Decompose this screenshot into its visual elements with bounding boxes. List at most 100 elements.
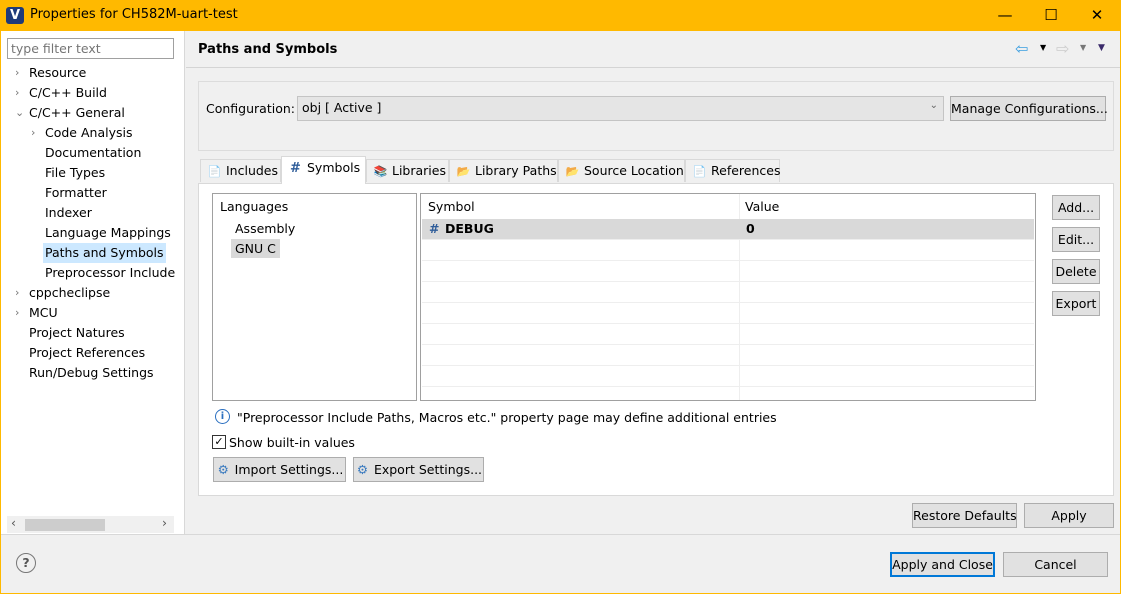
export-button[interactable]: Export: [1052, 291, 1100, 316]
maximize-button[interactable]: ☐: [1028, 0, 1074, 31]
forward-menu-icon[interactable]: ▼: [1080, 43, 1086, 52]
empty-row: [422, 261, 1034, 282]
tree-item[interactable]: Project References: [27, 343, 147, 363]
view-menu-icon[interactable]: ▼: [1098, 43, 1105, 53]
tree-item-label: Preprocessor Include: [45, 265, 176, 280]
tree-item[interactable]: C/C++ Build: [27, 83, 109, 103]
export-settings-button[interactable]: ⚙ Export Settings...: [353, 457, 484, 482]
chevron-down-icon[interactable]: ⌄: [15, 103, 25, 123]
tree-item[interactable]: File Types: [43, 163, 107, 183]
tree-item[interactable]: Indexer: [43, 203, 94, 223]
languages-header: Languages: [220, 199, 289, 214]
show-builtin-label[interactable]: Show built-in values: [229, 435, 355, 450]
tree-item-label: File Types: [45, 165, 106, 180]
restore-defaults-button[interactable]: Restore Defaults: [912, 503, 1017, 528]
help-icon[interactable]: ?: [16, 553, 36, 573]
empty-row: [422, 345, 1034, 366]
symbol-name: DEBUG: [445, 221, 494, 236]
tab-label: Symbols: [307, 160, 361, 175]
empty-row: [422, 303, 1034, 324]
app-logo-icon: V: [6, 7, 24, 24]
window-title: Properties for CH582M-uart-test: [30, 7, 238, 22]
info-message: "Preprocessor Include Paths, Macros etc.…: [237, 410, 777, 425]
back-menu-icon[interactable]: ▼: [1040, 43, 1046, 52]
chevron-right-icon[interactable]: ›: [31, 123, 41, 143]
includes-icon: 📄: [207, 165, 222, 178]
symbols-table: Symbol Value # DEBUG 0: [420, 193, 1036, 401]
library-paths-icon: 📂: [456, 165, 471, 178]
tree-item-label: Language Mappings: [45, 225, 171, 240]
chevron-right-icon[interactable]: ›: [15, 63, 25, 83]
column-header-value[interactable]: Value: [745, 199, 779, 214]
tab-library-paths[interactable]: 📂 Library Paths: [449, 159, 558, 182]
add-button[interactable]: Add...: [1052, 195, 1100, 220]
import-label: Import Settings...: [234, 462, 344, 477]
tree-item-label: MCU: [29, 305, 58, 320]
libraries-icon: 📚: [373, 165, 388, 178]
export-label: Export Settings...: [373, 462, 483, 477]
tree-item[interactable]: Run/Debug Settings: [27, 363, 156, 383]
table-row[interactable]: # DEBUG 0: [422, 219, 1034, 240]
apply-button[interactable]: Apply: [1024, 503, 1114, 528]
tree-item-label: Documentation: [45, 145, 142, 160]
close-button[interactable]: ✕: [1074, 0, 1120, 31]
column-header-symbol[interactable]: Symbol: [428, 199, 475, 214]
language-item[interactable]: Assembly: [235, 221, 295, 236]
tree-item[interactable]: Formatter: [43, 183, 109, 203]
chevron-down-icon: ⌄: [929, 100, 938, 111]
configuration-select[interactable]: obj [ Active ] ⌄: [297, 96, 944, 121]
tree-item[interactable]: Code Analysis: [43, 123, 134, 143]
tree-item[interactable]: Project Natures: [27, 323, 127, 343]
empty-row: [422, 240, 1034, 261]
tree-item[interactable]: Documentation: [43, 143, 143, 163]
tab-symbols[interactable]: # Symbols: [281, 156, 366, 184]
source-folder-icon: 📂: [565, 165, 580, 178]
edit-button[interactable]: Edit...: [1052, 227, 1100, 252]
languages-list[interactable]: Languages Assembly GNU C: [212, 193, 417, 401]
tab-label: Source Location: [584, 163, 684, 178]
show-builtin-checkbox[interactable]: ✓: [212, 435, 226, 449]
tab-source-location[interactable]: 📂 Source Location: [558, 159, 685, 182]
references-icon: 📄: [692, 165, 707, 178]
language-item-selected[interactable]: GNU C: [231, 239, 280, 258]
chevron-right-icon[interactable]: ›: [15, 303, 25, 323]
minimize-button[interactable]: —: [982, 0, 1028, 31]
hash-icon: #: [290, 161, 301, 176]
filter-input[interactable]: [7, 38, 174, 59]
scrollbar-thumb[interactable]: [25, 519, 105, 531]
configuration-label: Configuration:: [206, 101, 295, 116]
chevron-right-icon[interactable]: ›: [15, 283, 25, 303]
tree-item-label: C/C++ Build: [29, 85, 107, 100]
forward-arrow-icon[interactable]: ⇨: [1056, 39, 1069, 58]
tree-item[interactable]: Resource: [27, 63, 88, 83]
manage-configurations-button[interactable]: Manage Configurations...: [950, 96, 1108, 121]
cancel-button[interactable]: Cancel: [1003, 552, 1108, 577]
tree-item[interactable]: MCU: [27, 303, 60, 323]
export-icon: ⚙: [356, 462, 369, 477]
tree-item[interactable]: Language Mappings: [43, 223, 173, 243]
empty-row: [422, 366, 1034, 387]
tab-includes[interactable]: 📄 Includes: [200, 159, 281, 182]
scroll-right-icon[interactable]: ›: [162, 515, 167, 530]
tree-item[interactable]: C/C++ General: [27, 103, 127, 123]
empty-row: [422, 282, 1034, 303]
tree-item-label: Indexer: [45, 205, 92, 220]
tree-item-label: Formatter: [45, 185, 107, 200]
tab-libraries[interactable]: 📚 Libraries: [366, 159, 449, 182]
tree-item-label: Resource: [29, 65, 87, 80]
tree-item-label: Run/Debug Settings: [29, 365, 154, 380]
tree-item[interactable]: Preprocessor Include: [43, 263, 177, 283]
tree-item[interactable]: cppcheclipse: [27, 283, 112, 303]
import-icon: ⚙: [217, 462, 229, 477]
hash-icon: #: [429, 221, 440, 236]
tab-references[interactable]: 📄 References: [685, 159, 780, 182]
chevron-right-icon[interactable]: ›: [15, 83, 25, 103]
back-arrow-icon[interactable]: ⇦: [1015, 39, 1028, 58]
tree-item-label: Paths and Symbols: [45, 245, 164, 260]
apply-and-close-button[interactable]: Apply and Close: [890, 552, 995, 577]
scroll-left-icon[interactable]: ‹: [11, 515, 16, 530]
import-settings-button[interactable]: ⚙ Import Settings...: [213, 457, 346, 482]
configuration-value: obj [ Active ]: [302, 100, 382, 115]
tree-item[interactable]: Paths and Symbols: [43, 243, 166, 263]
delete-button[interactable]: Delete: [1052, 259, 1100, 284]
